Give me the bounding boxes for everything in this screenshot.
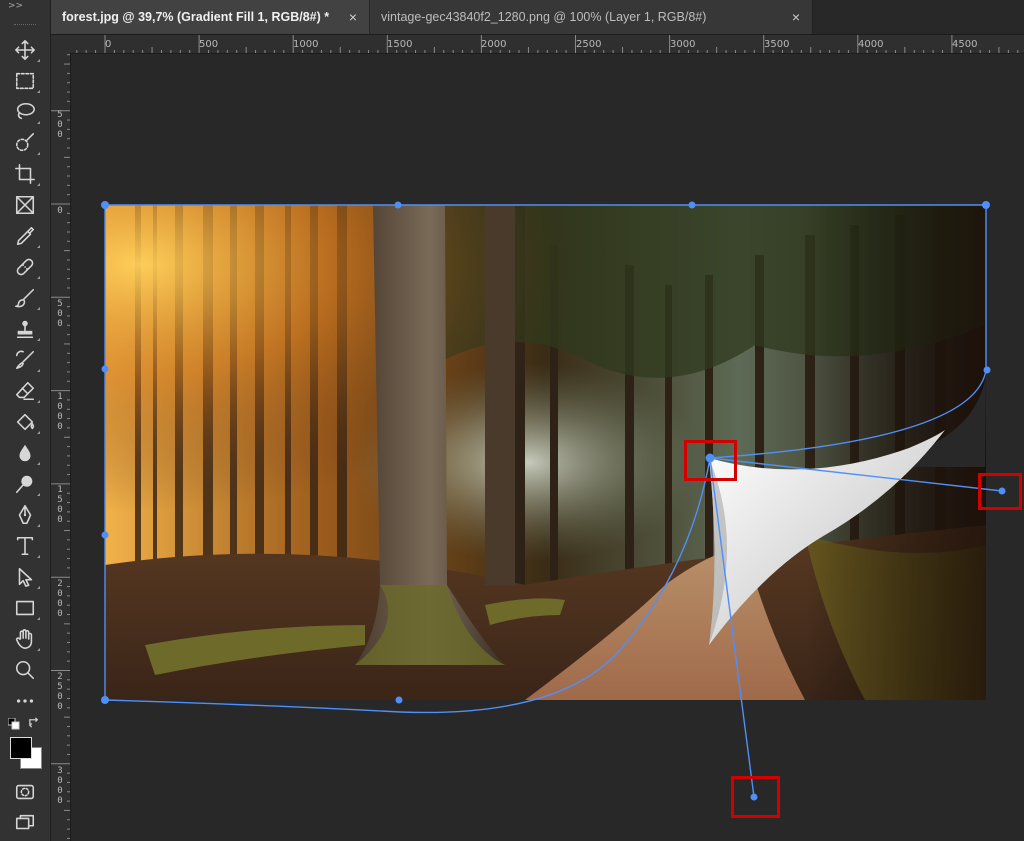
clone-stamp-tool-icon[interactable] [9, 315, 41, 343]
frame-tool-icon[interactable] [9, 191, 41, 219]
ruler-label: 4000 [858, 39, 884, 50]
pen-tool-icon[interactable] [9, 501, 41, 529]
healing-brush-tool-icon[interactable] [9, 253, 41, 281]
screen-mode-icon[interactable] [9, 809, 41, 837]
move-tool-icon[interactable] [9, 36, 41, 64]
hand-tool-icon[interactable] [9, 625, 41, 653]
swap-colors-icon[interactable] [28, 716, 41, 729]
forest-image [105, 205, 986, 700]
dodge-tool-icon[interactable] [9, 470, 41, 498]
ruler-label: 0 [105, 39, 112, 50]
lasso-tool-icon[interactable] [9, 98, 41, 126]
panel-grip[interactable] [14, 24, 36, 27]
ruler-label: 2500 [576, 39, 602, 50]
ruler-label: 3000 [670, 39, 696, 50]
ruler-label: 2000 [481, 39, 507, 50]
ruler-label: 3500 [764, 39, 790, 50]
rectangle-tool-icon[interactable] [9, 594, 41, 622]
vertical-ruler[interactable]: 500 0 500 1000 1500 2000 2500 3000 [51, 53, 71, 841]
quick-mask-icon[interactable] [9, 778, 41, 806]
marquee-tool-icon[interactable] [9, 67, 41, 95]
highlight-control-right [978, 473, 1022, 510]
ruler-ticks [51, 54, 70, 839]
ruler-label: 1000 [293, 39, 319, 50]
ruler-label: 1500 [57, 485, 63, 525]
close-tab-icon[interactable]: × [349, 9, 357, 25]
foreground-color-swatch[interactable] [10, 737, 32, 759]
tab-vintage-png[interactable]: vintage-gec43840f2_1280.png @ 100% (Laye… [370, 0, 813, 34]
ruler-label: 4500 [952, 39, 978, 50]
tab-title: forest.jpg @ 39,7% (Gradient Fill 1, RGB… [62, 10, 330, 24]
paint-bucket-tool-icon[interactable] [9, 408, 41, 436]
ruler-origin[interactable] [51, 35, 71, 54]
type-tool-icon[interactable] [9, 532, 41, 560]
blur-tool-icon[interactable] [9, 439, 41, 467]
highlight-anchor-point [684, 440, 737, 481]
document-tab-bar: forest.jpg @ 39,7% (Gradient Fill 1, RGB… [51, 0, 1024, 35]
ruler-label: 3000 [57, 766, 63, 806]
highlight-control-bottom [731, 776, 780, 818]
forest-photo[interactable] [105, 205, 986, 700]
ruler-label: 2500 [57, 672, 63, 712]
quick-selection-tool-icon[interactable] [9, 129, 41, 157]
ruler-label: 500 [57, 299, 63, 329]
default-colors-icon[interactable] [8, 718, 20, 730]
zoom-tool-icon[interactable] [9, 656, 41, 684]
ruler-label: 0 [57, 206, 63, 216]
tools-panel: >> [0, 0, 51, 841]
tab-title: vintage-gec43840f2_1280.png @ 100% (Laye… [381, 10, 707, 24]
eraser-tool-icon[interactable] [9, 377, 41, 405]
more-tools-icon[interactable] [9, 687, 41, 715]
ruler-label: 500 [199, 39, 219, 50]
ruler-label: 500 [57, 110, 63, 140]
crop-tool-icon[interactable] [9, 160, 41, 188]
ruler-label: 2000 [57, 579, 63, 619]
ruler-label: 1000 [57, 392, 63, 432]
ruler-label: 1500 [387, 39, 413, 50]
brush-tool-icon[interactable] [9, 284, 41, 312]
expand-panel-toggle[interactable]: >> [8, 1, 23, 11]
path-selection-tool-icon[interactable] [9, 563, 41, 591]
eyedropper-tool-icon[interactable] [9, 222, 41, 250]
history-brush-tool-icon[interactable] [9, 346, 41, 374]
close-tab-icon[interactable]: × [792, 9, 800, 25]
tab-forest-jpg[interactable]: forest.jpg @ 39,7% (Gradient Fill 1, RGB… [51, 0, 369, 34]
horizontal-ruler[interactable]: 0 500 1000 1500 2000 2500 3000 3500 4000… [70, 35, 1024, 54]
